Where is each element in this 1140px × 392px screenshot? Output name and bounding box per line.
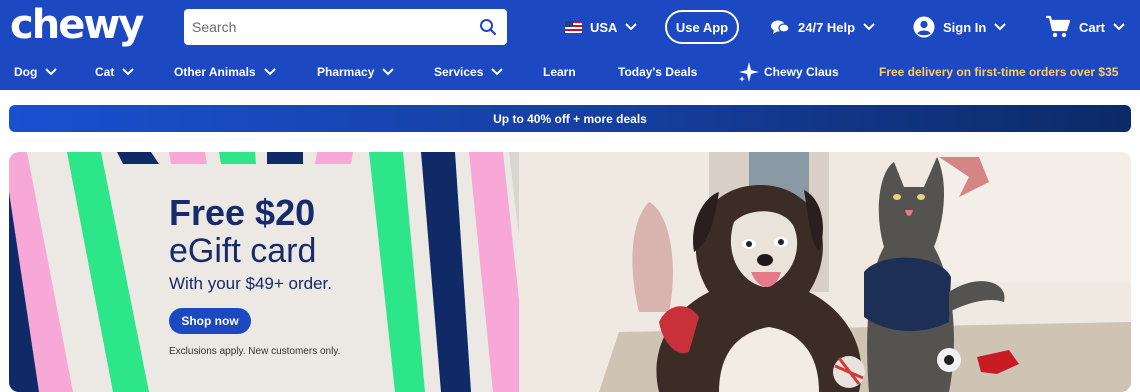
region-selector[interactable]: USA	[565, 10, 638, 44]
search-box[interactable]	[184, 9, 507, 45]
region-label: USA	[590, 19, 618, 35]
nav-item-dog[interactable]: Dog	[14, 60, 58, 84]
chevron-down-icon	[122, 68, 135, 76]
chevron-down-icon	[863, 23, 875, 31]
nav-item-label: Cat	[95, 65, 115, 79]
help-menu[interactable]: 24/7 Help	[770, 10, 875, 44]
free-delivery-promo[interactable]: Free delivery on first-time orders over …	[879, 60, 1118, 84]
nav-item-services[interactable]: Services	[434, 60, 504, 84]
us-flag-icon	[565, 21, 582, 33]
chevron-down-icon	[263, 68, 276, 76]
chevron-down-icon	[382, 68, 395, 76]
nav-item-cat[interactable]: Cat	[95, 60, 135, 84]
deals-banner[interactable]: Up to 40% off + more deals	[9, 105, 1131, 132]
nav-item-other-animals[interactable]: Other Animals	[174, 60, 276, 84]
chewy-logo[interactable]: chewy	[10, 2, 144, 48]
sign-in-menu[interactable]: Sign In	[913, 10, 1007, 44]
nav-item-label: Pharmacy	[317, 65, 375, 79]
dog-and-cat-photo	[519, 152, 1131, 392]
offer-subtitle: eGift card	[169, 232, 317, 270]
nav-item-chewy-claus[interactable]: Chewy Claus	[739, 60, 839, 84]
account-icon	[913, 16, 935, 38]
cart-icon	[1046, 15, 1071, 38]
nav-item-label: Learn	[543, 65, 576, 79]
chevron-down-icon	[1113, 23, 1125, 31]
hero-banner[interactable]: Free $20 eGift card With your $49+ order…	[9, 152, 1131, 392]
free-delivery-text: Free delivery on first-time orders over …	[879, 65, 1119, 79]
search-input[interactable]	[184, 9, 464, 45]
use-app-button[interactable]: Use App	[665, 10, 739, 44]
nav-item-label: Today's Deals	[618, 65, 698, 79]
sign-in-label: Sign In	[943, 19, 987, 35]
nav-item-label: Other Animals	[174, 65, 256, 79]
cart-label: Cart	[1079, 19, 1106, 35]
nav-item-label: Dog	[14, 65, 38, 79]
chevron-down-icon	[994, 23, 1007, 31]
nav-item-label: Chewy Claus	[764, 65, 839, 79]
shop-now-button[interactable]: Shop now	[169, 308, 251, 334]
chat-bubbles-icon	[771, 20, 790, 34]
offer-fine-print: Exclusions apply. New customers only.	[169, 346, 341, 357]
cart-menu[interactable]: Cart	[1045, 10, 1125, 44]
offer-title: Free $20	[169, 192, 316, 233]
nav-item-learn[interactable]: Learn	[543, 60, 576, 84]
gift-card-offer: Free $20 eGift card With your $49+ order…	[169, 194, 340, 357]
deals-banner-text: Up to 40% off + more deals	[493, 111, 647, 126]
chevron-down-icon	[491, 68, 504, 76]
nav-item-pharmacy[interactable]: Pharmacy	[317, 60, 395, 84]
sparkle-icon	[739, 62, 759, 82]
nav-item-todays-deals[interactable]: Today's Deals	[618, 60, 697, 84]
search-icon[interactable]	[479, 18, 497, 36]
offer-condition: With your $49+ order.	[169, 274, 333, 293]
chevron-down-icon	[625, 23, 638, 31]
chevron-down-icon	[45, 68, 58, 76]
nav-item-label: Services	[434, 65, 484, 79]
top-header: chewy USA Use App 24/7 Help Sign In	[0, 0, 1140, 90]
help-label: 24/7 Help	[798, 19, 856, 35]
